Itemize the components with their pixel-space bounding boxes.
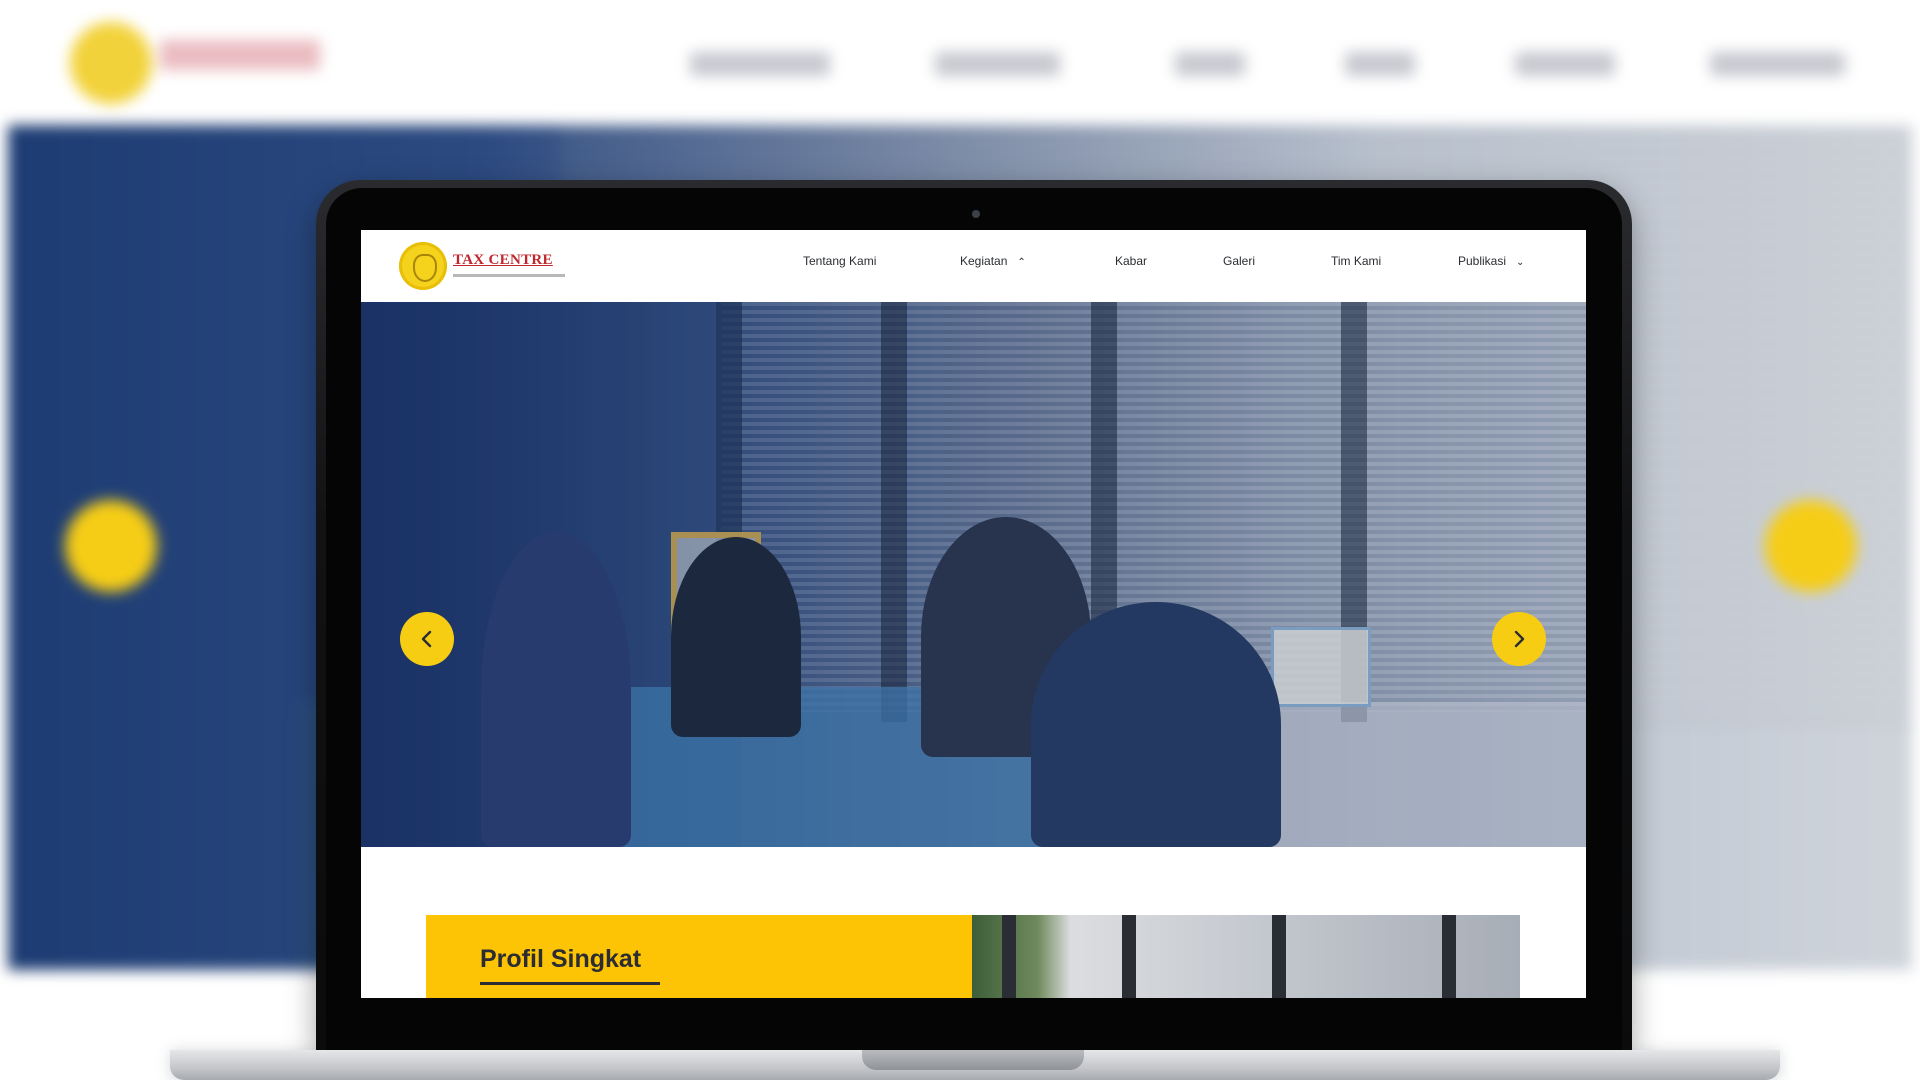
background-next-arrow (1765, 500, 1857, 592)
background-logo-seal (70, 22, 152, 104)
logo-subtitle-line (453, 274, 565, 277)
background-menu-item (1515, 52, 1615, 76)
background-menu-item (1175, 52, 1245, 76)
chevron-right-icon (1514, 630, 1525, 648)
photo-window-frame (1442, 915, 1456, 998)
profile-section-card: Profil Singkat (426, 915, 972, 998)
profile-photo (972, 915, 1520, 998)
nav-item-galeri[interactable]: Galeri (1223, 254, 1255, 268)
chevron-left-icon (421, 630, 432, 648)
nav-item-kabar[interactable]: Kabar (1115, 254, 1147, 268)
webcam (972, 210, 980, 218)
nav-item-tentang-kami[interactable]: Tentang Kami (803, 254, 876, 268)
nav-label: Tentang Kami (803, 254, 877, 268)
profile-title-underline (480, 982, 660, 985)
carousel-prev-button[interactable] (400, 612, 454, 666)
profile-title: Profil Singkat (480, 945, 642, 973)
nav-item-publikasi[interactable]: Publikasi ⌄ (1458, 254, 1524, 268)
background-menu-item (935, 52, 1060, 76)
nav-label: Galeri (1223, 254, 1256, 268)
nav-label: Tim Kami (1331, 254, 1382, 268)
nav-label: Kabar (1115, 254, 1148, 268)
background-logo-text (160, 40, 320, 70)
nav-label: Kegiatan (960, 254, 1008, 268)
background-prev-arrow (65, 500, 157, 592)
university-seal-icon (399, 242, 447, 290)
nav-item-tim-kami[interactable]: Tim Kami (1331, 254, 1381, 268)
site-navbar: TAX CENTRE Tentang Kami Kegiatan ⌃ Kabar … (361, 230, 1586, 302)
photo-window-frame (1272, 915, 1286, 998)
photo-window-frame (1002, 915, 1016, 998)
laptop-screen: TAX CENTRE Tentang Kami Kegiatan ⌃ Kabar … (361, 230, 1586, 998)
background-menu-item (1710, 52, 1845, 76)
nav-label: Publikasi (1458, 254, 1507, 268)
nav-item-kegiatan[interactable]: Kegiatan ⌃ (960, 254, 1026, 268)
background-nav (0, 0, 1920, 125)
chevron-up-icon: ⌃ (1017, 257, 1026, 268)
hero-carousel (361, 302, 1586, 847)
laptop-notch (862, 1050, 1084, 1070)
background-menu-item (690, 52, 830, 76)
hero-overlay (361, 302, 1586, 847)
site-logo[interactable]: TAX CENTRE (399, 240, 574, 292)
background-menu-item (1345, 52, 1415, 76)
chevron-down-icon: ⌄ (1516, 257, 1525, 268)
photo-window-frame (1122, 915, 1136, 998)
carousel-next-button[interactable] (1492, 612, 1546, 666)
logo-name: TAX CENTRE (453, 252, 553, 268)
